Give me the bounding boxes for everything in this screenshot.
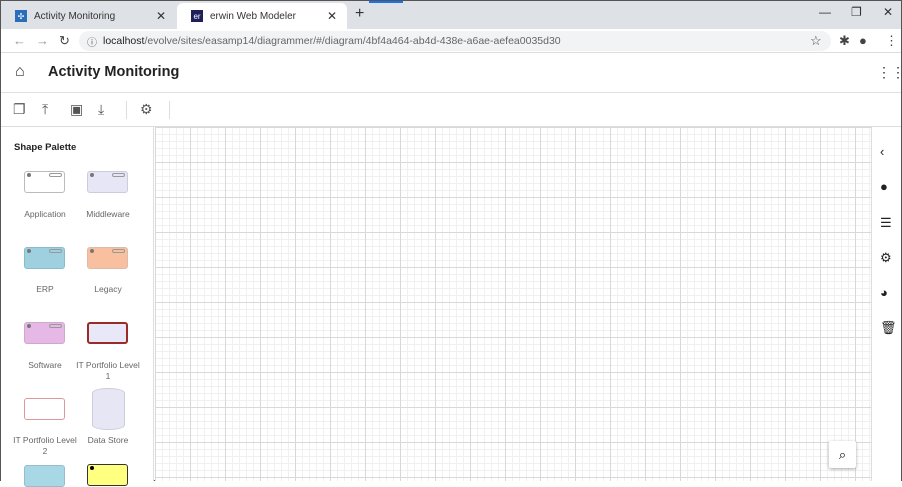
shape-software[interactable] <box>24 322 65 344</box>
settings-icon[interactable]: ⚙ <box>140 101 153 118</box>
url-input[interactable]: ⓘ localhost/evolve/sites/easamp14/diagra… <box>79 31 831 51</box>
copy-icon[interactable]: ❐ <box>13 101 26 118</box>
shape-label: Software <box>28 360 62 370</box>
shape-legacy[interactable] <box>87 247 128 269</box>
shape-application[interactable] <box>24 171 65 193</box>
erwin-favicon-icon: er <box>191 10 203 22</box>
shape-palette: Shape Palette Application Middleware ERP… <box>1 127 154 487</box>
shape-partial[interactable] <box>87 464 128 486</box>
address-bar-row: ← → ↻ ⓘ localhost/evolve/sites/easamp14/… <box>1 29 901 53</box>
palette-title: Shape Palette <box>14 142 77 153</box>
shape-label: Data Store <box>87 435 129 445</box>
bookmark-star-icon[interactable]: ☆ <box>810 33 822 49</box>
diagram-canvas[interactable] <box>155 127 871 481</box>
toolbar: ❐ ⤒ ▣ ⤓ ⚙ <box>1 93 901 127</box>
info-icon[interactable]: ⓘ <box>87 34 97 49</box>
apps-grid-icon[interactable]: ⋮⋮ <box>877 64 902 81</box>
tab-label: Activity Monitoring <box>34 10 116 22</box>
back-button[interactable]: ← <box>13 33 26 48</box>
upload-icon[interactable]: ⤒ <box>42 101 48 118</box>
browser-tab-bar: ✣ Activity Monitoring ✕ er erwin Web Mod… <box>1 1 901 29</box>
list-icon[interactable]: ☰ <box>880 215 892 231</box>
home-icon[interactable]: ⌂ <box>15 63 25 81</box>
shape-label: IT Portfolio Level 1 <box>76 360 140 381</box>
new-tab-button[interactable]: + <box>355 5 364 23</box>
divider <box>169 101 170 119</box>
menu-icon[interactable]: ⋮ <box>885 33 898 49</box>
shape-it-portfolio-level-2[interactable] <box>24 398 65 420</box>
reload-button[interactable]: ↻ <box>59 33 70 49</box>
close-tab-icon[interactable]: ✕ <box>156 9 166 23</box>
close-tab-icon[interactable]: ✕ <box>327 9 337 23</box>
shape-label: Middleware <box>86 209 130 219</box>
url-path: /evolve/sites/easamp14/diagrammer/#/diag… <box>144 35 561 47</box>
restore-button[interactable]: ❐ <box>851 5 862 19</box>
shape-erp[interactable] <box>24 247 65 269</box>
tab-erwin-web-modeler[interactable]: er erwin Web Modeler ✕ <box>177 3 347 29</box>
save-icon[interactable]: ▣ <box>70 101 83 118</box>
shape-middleware[interactable] <box>87 171 128 193</box>
palette-icon[interactable]: ◕ <box>880 285 888 300</box>
download-icon[interactable]: ⤓ <box>98 101 104 118</box>
settings-icon[interactable]: ⚙ <box>880 250 892 266</box>
shape-label: IT Portfolio Level 2 <box>13 435 77 456</box>
search-icon: ⌕ <box>838 446 847 462</box>
shape-partial[interactable] <box>24 465 65 487</box>
forward-button[interactable]: → <box>36 33 49 48</box>
shape-data-store[interactable] <box>92 388 125 430</box>
shape-label: ERP <box>36 284 54 294</box>
search-zoom-button[interactable]: ⌕ <box>829 441 856 468</box>
url-host: localhost <box>103 35 145 47</box>
app-header: ⌂ Activity Monitoring ⋮⋮ <box>1 53 902 93</box>
profile-icon[interactable]: ● <box>859 33 867 48</box>
extensions-icon[interactable]: ✱ <box>839 33 850 49</box>
minimize-button[interactable]: — <box>819 5 831 19</box>
divider <box>126 101 127 119</box>
tab-activity-monitoring[interactable]: ✣ Activity Monitoring ✕ <box>1 3 176 29</box>
shape-it-portfolio-level-1[interactable] <box>87 322 128 344</box>
shape-label: Application <box>24 209 66 219</box>
collapse-chevron-icon[interactable]: ‹ <box>880 144 884 159</box>
page-title: Activity Monitoring <box>48 64 180 80</box>
tab-indicator <box>369 1 403 3</box>
app-favicon-icon: ✣ <box>15 10 27 22</box>
close-window-button[interactable]: ✕ <box>883 5 893 19</box>
shape-label: Legacy <box>94 284 122 294</box>
delete-icon[interactable]: 🗑 <box>880 320 897 336</box>
info-icon[interactable]: ● <box>880 179 888 194</box>
right-rail: ‹ ● ☰ ⚙ ◕ 🗑 <box>871 127 901 481</box>
tab-label: erwin Web Modeler <box>210 10 296 22</box>
